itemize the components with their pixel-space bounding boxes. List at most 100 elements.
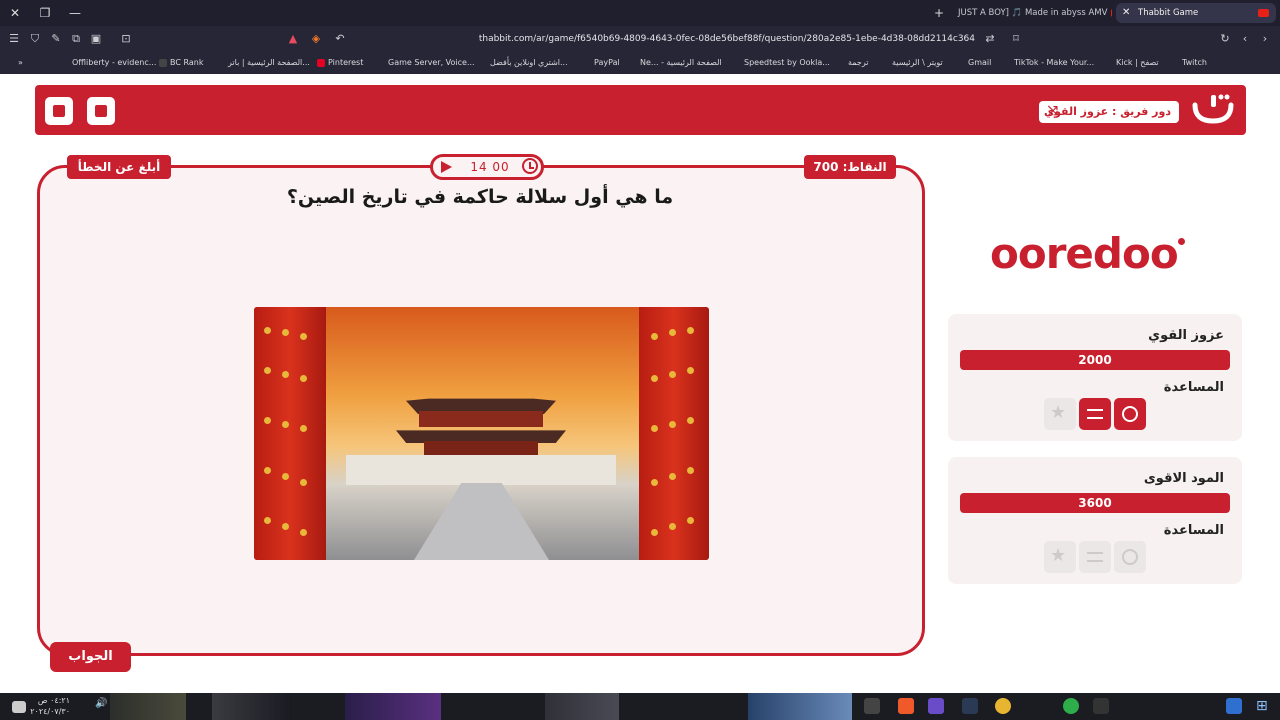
timer-value: 14 00: [470, 160, 510, 174]
bookmarks-overflow-icon[interactable]: »: [18, 56, 23, 70]
thabbit-logo: [1192, 94, 1234, 124]
bookmark-offliberty[interactable]: Offliberty - evidenc...: [72, 56, 156, 70]
team-card-1: عزوز القوي 2000 المساعدة ★: [948, 314, 1242, 441]
points-badge: النقاط: 700: [804, 155, 896, 179]
clipboard-icon: [95, 105, 107, 117]
pinterest-icon: [317, 58, 325, 67]
stone-path: [414, 483, 549, 560]
swap-question-help-button[interactable]: [1079, 541, 1111, 573]
windows-start-icon[interactable]: ⊞: [1256, 698, 1272, 714]
play-icon[interactable]: [441, 161, 452, 173]
warning-icon[interactable]: ▲: [285, 31, 301, 47]
bookmark-kick[interactable]: Kick | تصفح: [1116, 56, 1159, 70]
bookmark-paypal[interactable]: PayPal: [594, 56, 620, 70]
call-friend-help-button[interactable]: ★: [1044, 541, 1076, 573]
taskbar: ٠٤:٢١ ص ٢٠٢٤/٠٧/٣٠ 🔊 ⊞: [0, 693, 1280, 720]
team-name: المود الاقوى: [1143, 471, 1224, 486]
team-score: 2000: [960, 350, 1230, 370]
star-icon: ★: [1050, 545, 1067, 566]
brave-icon[interactable]: [898, 698, 914, 714]
app-icon[interactable]: [864, 698, 880, 714]
lightbulb-icon: [1122, 549, 1138, 565]
swap-question-help-button[interactable]: [1079, 398, 1111, 430]
browser-tab-strip: ✕ ❐ — + JUST A BOY] 🎵 Made in abyss AMV …: [0, 0, 1280, 26]
team-card-2: المود الاقوى 3600 المساعدة ★: [948, 457, 1242, 584]
shield-icon[interactable]: ⛉: [27, 31, 43, 47]
app-icon[interactable]: [1093, 698, 1109, 714]
notifications-icon[interactable]: [12, 701, 26, 713]
hint-help-button[interactable]: [1114, 398, 1146, 430]
bookmark-twitter[interactable]: تويتر \ الرئيسية: [892, 56, 943, 70]
bookmark-home-ar[interactable]: الصفحة الرئيسية | باتر...: [228, 56, 310, 70]
tab-made-in-abyss[interactable]: JUST A BOY] 🎵 Made in abyss AMV: [952, 3, 1112, 23]
call-friend-help-button[interactable]: ★: [1044, 398, 1076, 430]
bookmark-translate[interactable]: ترجمة: [848, 56, 869, 70]
question-image: [254, 307, 709, 560]
forward-icon[interactable]: ›: [1257, 31, 1273, 47]
new-tab-icon[interactable]: +: [930, 4, 948, 22]
bookmark-tiktok[interactable]: TikTok - Make Your...: [1014, 56, 1094, 70]
close-window-icon[interactable]: ✕: [6, 4, 24, 22]
app-icon[interactable]: [928, 698, 944, 714]
help-button[interactable]: [87, 97, 115, 125]
url-field[interactable]: thabbit.com/ar/game/f6540b69-4809-4643-0…: [355, 30, 975, 48]
bookmark-icon[interactable]: ⌑: [1008, 31, 1024, 47]
address-bar: ☰ ⛉ ✎ ⧉ ▣ ⊡ ▲ ◈ ↶ thabbit.com/ar/game/f6…: [0, 26, 1280, 52]
brave-shield-icon[interactable]: ◈: [308, 31, 324, 47]
minimize-window-icon[interactable]: —: [66, 4, 84, 22]
swap-icon: [1087, 409, 1103, 419]
swap-icon: [1087, 552, 1103, 562]
report-error-button[interactable]: أبلغ عن الخطأ: [67, 155, 171, 179]
share-icon[interactable]: ⇄: [982, 31, 998, 47]
bookmark-speedtest[interactable]: Speedtest by Ookla...: [744, 56, 830, 70]
bookmark-shop[interactable]: اشتري اونلاين بأفضل...: [490, 56, 568, 70]
extensions-icon[interactable]: ⧉: [68, 31, 84, 47]
screenshot-icon[interactable]: ⊡: [118, 31, 134, 47]
turn-label: دور فريق : عزوز القوي: [1044, 105, 1171, 118]
clock-date: ٢٠٢٤/٠٧/٣٠: [30, 707, 70, 716]
bookmark-game-server[interactable]: Game Server, Voice...: [388, 56, 475, 70]
menu-icon[interactable]: ☰: [6, 31, 22, 47]
hint-help-button[interactable]: [1114, 541, 1146, 573]
exit-icon: [53, 105, 65, 117]
game-header: ⤨ دور فريق : عزوز القوي: [35, 85, 1246, 135]
bookmark-home-ne[interactable]: Ne... - الصفحة الرئيسية: [640, 56, 722, 70]
app-icon[interactable]: [1063, 698, 1079, 714]
system-clock[interactable]: ٠٤:٢١ ص ٢٠٢٤/٠٧/٣٠: [30, 695, 70, 717]
steam-icon[interactable]: [962, 698, 978, 714]
back-icon[interactable]: ‹: [1237, 31, 1253, 47]
app-icon[interactable]: [1226, 698, 1242, 714]
edit-icon[interactable]: ✎: [48, 31, 64, 47]
left-door: [254, 307, 326, 560]
taskbar-wallpaper-strip: [748, 693, 852, 720]
show-answer-button[interactable]: الجواب: [50, 642, 131, 672]
close-tab-icon[interactable]: ✕: [1122, 3, 1132, 23]
bookmark-pinterest[interactable]: Pinterest: [314, 56, 363, 70]
taskbar-wallpaper-strip: [110, 693, 186, 720]
team-score: 3600: [960, 493, 1230, 513]
reset-timer-icon[interactable]: [522, 158, 538, 174]
lightbulb-icon: [1122, 406, 1138, 422]
restore-window-icon[interactable]: ❐: [36, 4, 54, 22]
bookmark-twitch[interactable]: Twitch: [1182, 56, 1207, 70]
bookmark-bc-rank[interactable]: BC Rank: [156, 56, 203, 70]
game-page: ⤨ دور فريق : عزوز القوي أبلغ عن الخطأ ال…: [0, 74, 1280, 693]
sidebar-icon[interactable]: ▣: [88, 31, 104, 47]
reload-icon[interactable]: ↻: [1217, 31, 1233, 47]
question-text: ما هي أول سلالة حاكمة في تاريخ الصين؟: [286, 186, 674, 208]
back-history-icon[interactable]: ↶: [332, 31, 348, 47]
bookmarks-bar: » Offliberty - evidenc... BC Rank الصفحة…: [0, 52, 1280, 74]
right-door: [639, 307, 709, 560]
palace-upper: [419, 411, 543, 427]
tab-title: Thabbit Game: [1138, 8, 1199, 18]
bookmark-favicon: [159, 58, 167, 67]
clock-time: ٠٤:٢١ ص: [37, 696, 70, 705]
taskbar-wallpaper-strip: [212, 693, 292, 720]
sponsor-name: ooredoo: [990, 229, 1179, 278]
volume-icon[interactable]: 🔊: [95, 698, 111, 714]
bookmark-gmail[interactable]: Gmail: [968, 56, 991, 70]
exit-button[interactable]: [45, 97, 73, 125]
tab-thabbit-game[interactable]: ✕ Thabbit Game: [1116, 3, 1276, 23]
chrome-icon[interactable]: [995, 698, 1011, 714]
youtube-icon: [1111, 8, 1112, 17]
